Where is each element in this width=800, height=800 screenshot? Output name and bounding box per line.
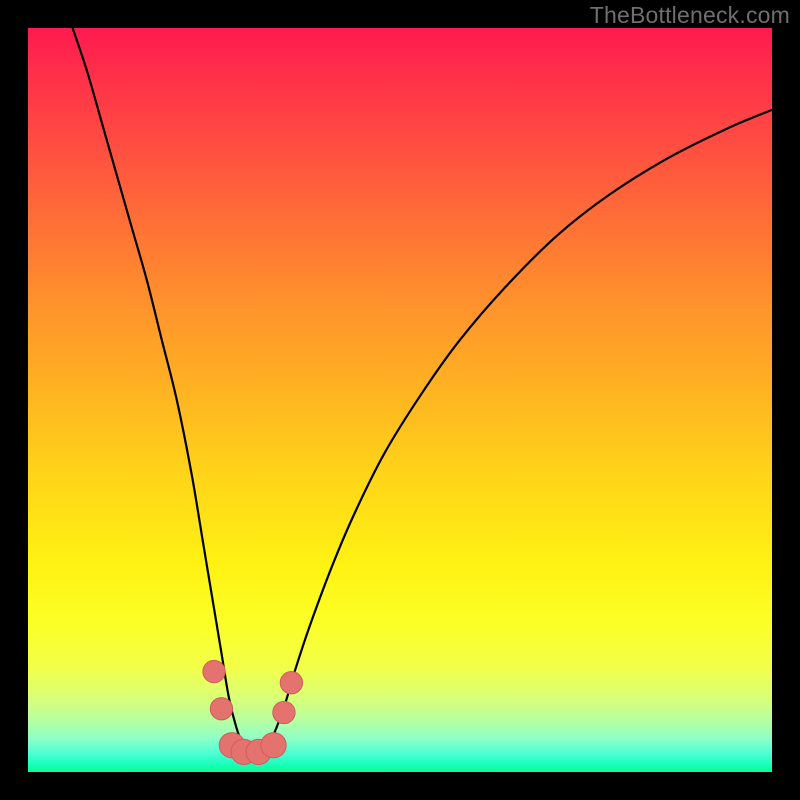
curve-marker	[261, 733, 286, 758]
curve-marker	[273, 701, 295, 723]
bottleneck-curve	[73, 28, 772, 753]
curve-marker	[210, 698, 232, 720]
curve-markers	[203, 660, 303, 764]
watermark-text: TheBottleneck.com	[590, 2, 790, 29]
bottleneck-chart-svg	[28, 28, 772, 772]
curve-marker	[203, 660, 225, 682]
chart-frame: TheBottleneck.com	[0, 0, 800, 800]
curve-marker	[280, 672, 302, 694]
plot-area	[28, 28, 772, 772]
